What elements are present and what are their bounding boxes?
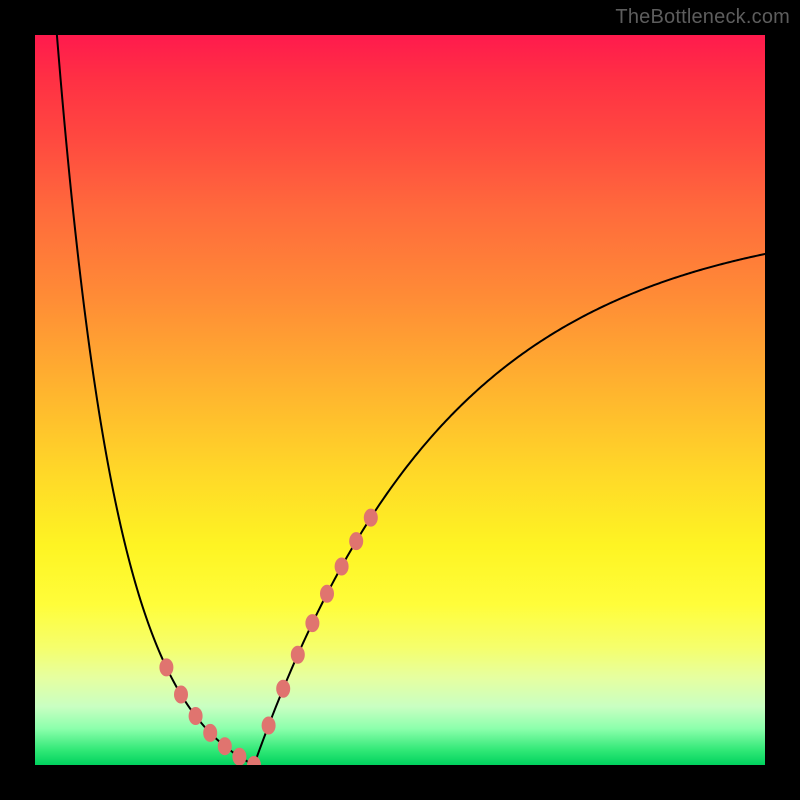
bottleneck-curve [57,35,765,765]
curve-layer [35,35,765,765]
data-dot [349,532,363,550]
plot-area [35,35,765,765]
data-dot [262,716,276,734]
data-dot [364,509,378,527]
data-dot [203,724,217,742]
data-dot [218,737,232,755]
data-dots [159,509,377,765]
data-dot [320,585,334,603]
data-dot [291,646,305,664]
data-dot [189,707,203,725]
chart-container: TheBottleneck.com [0,0,800,800]
watermark-text: TheBottleneck.com [615,6,790,29]
data-dot [247,756,261,765]
data-dot [335,557,349,575]
data-dot [305,614,319,632]
data-dot [276,680,290,698]
data-dot [159,658,173,676]
data-dot [232,748,246,765]
data-dot [174,686,188,704]
